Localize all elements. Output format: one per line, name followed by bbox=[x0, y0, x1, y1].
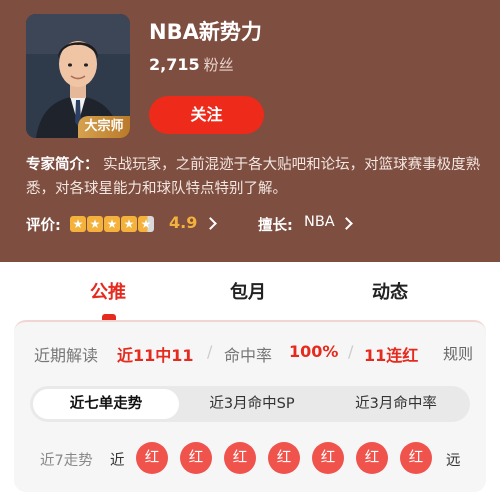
rating-score: 4.9 bbox=[169, 213, 198, 232]
expert-level-badge: 大宗师 bbox=[78, 116, 130, 138]
tab-bar: 公推 包月 动态 bbox=[0, 262, 500, 320]
intro-label: 专家简介： bbox=[26, 157, 99, 173]
avatar[interactable]: 大宗师 bbox=[26, 14, 130, 138]
segment-3month-rate[interactable]: 近3月命中率 bbox=[326, 389, 466, 419]
result-ball: 红 bbox=[356, 442, 388, 474]
result-ball: 红 bbox=[312, 442, 344, 474]
trend-near-label: 近 bbox=[110, 453, 125, 469]
streak-value: 11连红 bbox=[364, 346, 419, 365]
result-ball: 红 bbox=[136, 442, 168, 474]
segment-last-seven[interactable]: 近七单走势 bbox=[33, 389, 179, 419]
result-ball: 红 bbox=[180, 442, 212, 474]
trend-far-label: 远 bbox=[446, 453, 461, 469]
trend-row: 近7走势 近 红 红 红 红 红 红 红 远 bbox=[14, 440, 486, 476]
trend-segment-control: 近七单走势 近3月命中SP 近3月命中率 bbox=[30, 386, 470, 422]
divider: / bbox=[207, 342, 213, 361]
star-icon: ★ bbox=[87, 216, 103, 232]
recent-performance-row: 近期解读 近11中11 / 命中率 100% / 11连红 规则 bbox=[14, 340, 486, 366]
fans-number: 2,715 bbox=[149, 55, 200, 74]
tab-recommend[interactable]: 公推 bbox=[90, 278, 126, 304]
hit-rate-value: 100% bbox=[289, 342, 339, 361]
hit-rate-label: 命中率 bbox=[224, 346, 273, 365]
star-icon: ★ bbox=[121, 216, 137, 232]
star-icon: ★ bbox=[104, 216, 120, 232]
star-icon: ★ bbox=[70, 216, 86, 232]
rating-row: 评价: ★ ★ ★ ★ ★ 4.9 擅长: NBA bbox=[26, 212, 466, 236]
fans-label: 粉丝 bbox=[203, 56, 234, 74]
result-ball: 红 bbox=[268, 442, 300, 474]
tab-monthly[interactable]: 包月 bbox=[230, 278, 266, 304]
recent-label: 近期解读 bbox=[34, 346, 99, 365]
expert-name: NBA新势力 bbox=[149, 20, 262, 44]
expert-header: 大宗师 NBA新势力 2,715 粉丝 关注 专家简介： 实战玩家，之前混迹于各大… bbox=[0, 0, 500, 262]
tab-news[interactable]: 动态 bbox=[372, 278, 408, 304]
content-panel: 公推 包月 动态 近期解读 近11中11 / 命中率 100% / 11连红 规… bbox=[0, 262, 500, 492]
result-ball: 红 bbox=[224, 442, 256, 474]
stats-card: 近期解读 近11中11 / 命中率 100% / 11连红 规则 近七单走势 近… bbox=[14, 320, 486, 492]
star-half-icon: ★ bbox=[138, 216, 154, 232]
trend-label: 近7走势 bbox=[40, 453, 93, 469]
divider: / bbox=[348, 342, 354, 361]
good-at-value: NBA bbox=[304, 214, 335, 230]
star-rating: ★ ★ ★ ★ ★ bbox=[70, 216, 154, 232]
rules-link[interactable]: 规则 bbox=[443, 343, 473, 364]
recent-value: 近11中11 bbox=[117, 346, 194, 365]
result-ball: 红 bbox=[400, 442, 432, 474]
fans-count: 2,715 粉丝 bbox=[149, 54, 234, 75]
expert-intro: 专家简介： 实战玩家，之前混迹于各大贴吧和论坛，对篮球赛事极度熟悉，对各球星能力… bbox=[26, 153, 481, 201]
segment-3month-sp[interactable]: 近3月命中SP bbox=[180, 389, 324, 419]
good-at-label: 擅长: bbox=[258, 218, 293, 234]
rating-label: 评价: bbox=[26, 218, 61, 234]
follow-button[interactable]: 关注 bbox=[149, 96, 264, 134]
good-at-chevron-right-icon[interactable] bbox=[342, 212, 352, 236]
rating-chevron-right-icon[interactable] bbox=[206, 212, 216, 236]
